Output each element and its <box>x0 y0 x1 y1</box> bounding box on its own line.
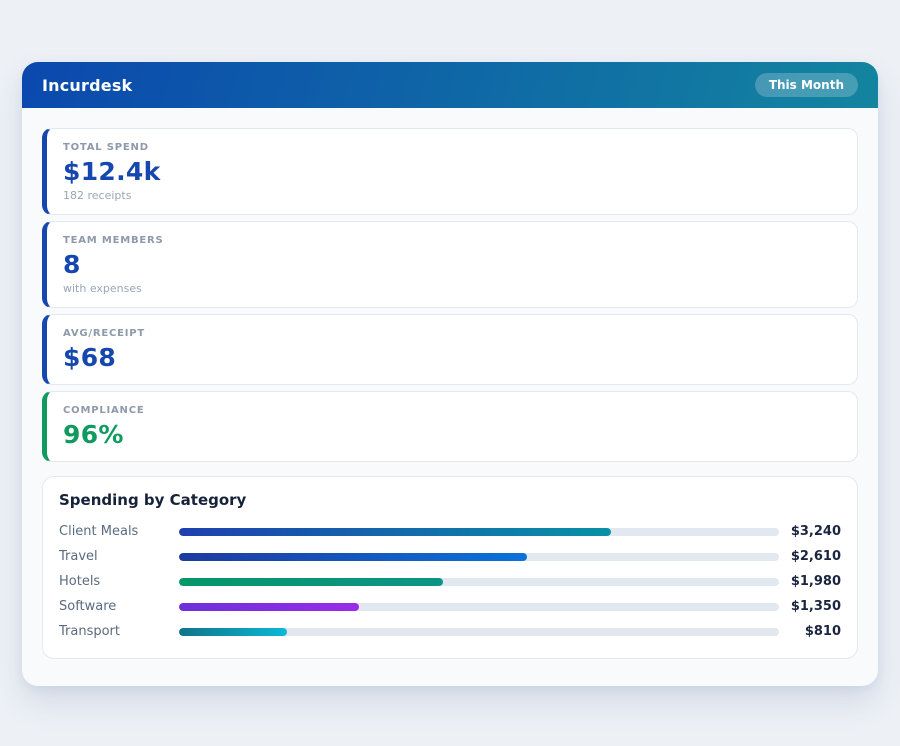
stat-value: $12.4k <box>63 157 161 186</box>
bar-category-label: Transport <box>59 624 121 639</box>
bar-category-label: Software <box>59 599 117 614</box>
stats-list: TOTAL SPEND $12.4k 182 receipts TEAM MEM… <box>42 128 858 462</box>
stat-card: TOTAL SPEND $12.4k 182 receipts <box>42 128 858 215</box>
stat-subtext: 182 receipts <box>63 189 132 202</box>
app-header: Incurdesk This Month <box>22 62 878 108</box>
bar-fill <box>179 577 443 586</box>
bar-track <box>179 577 779 586</box>
bar-track <box>179 527 779 536</box>
bar-amount: $810 <box>804 624 841 639</box>
bar-category-label: Client Meals <box>59 524 139 539</box>
bar-fill <box>179 602 359 611</box>
stat-label: TOTAL SPEND <box>63 142 149 153</box>
bar-row: Transport $810 <box>59 619 841 644</box>
bar-row: Hotels $1,980 <box>59 569 841 594</box>
spending-chart-panel: Spending by Category Client Meals $3,240… <box>42 476 858 659</box>
stat-label: COMPLIANCE <box>63 405 145 416</box>
bar-category-label: Hotels <box>59 574 101 589</box>
bar-chart: Client Meals $3,240 Travel $2,610 Hotels… <box>59 519 841 644</box>
bar-track <box>179 602 779 611</box>
period-badge[interactable]: This Month <box>754 73 858 97</box>
chart-title: Spending by Category <box>59 491 247 509</box>
bar-track <box>179 627 779 636</box>
bar-amount: $3,240 <box>790 524 841 539</box>
bar-fill <box>179 627 287 636</box>
stat-card: AVG/RECEIPT $68 <box>42 314 858 385</box>
bar-amount: $1,350 <box>790 599 841 614</box>
bar-category-label: Travel <box>59 549 98 564</box>
bar-amount: $1,980 <box>790 574 841 589</box>
stat-label: TEAM MEMBERS <box>63 235 164 246</box>
stat-value: $68 <box>63 343 117 372</box>
dashboard-card: Incurdesk This Month TOTAL SPEND $12.4k … <box>22 62 878 686</box>
stat-card: TEAM MEMBERS 8 with expenses <box>42 221 858 308</box>
dashboard-content: TOTAL SPEND $12.4k 182 receipts TEAM MEM… <box>22 108 878 679</box>
stat-label: AVG/RECEIPT <box>63 328 146 339</box>
app-title: Incurdesk <box>42 75 133 95</box>
stat-value: 96% <box>63 420 124 449</box>
bar-row: Travel $2,610 <box>59 544 841 569</box>
bar-track <box>179 552 779 561</box>
stat-subtext: with expenses <box>63 282 142 295</box>
bar-fill <box>179 527 611 536</box>
bar-row: Client Meals $3,240 <box>59 519 841 544</box>
stat-value: 8 <box>63 250 81 279</box>
bar-fill <box>179 552 527 561</box>
bar-amount: $2,610 <box>790 549 841 564</box>
stat-card: COMPLIANCE 96% <box>42 391 858 462</box>
bar-row: Software $1,350 <box>59 594 841 619</box>
